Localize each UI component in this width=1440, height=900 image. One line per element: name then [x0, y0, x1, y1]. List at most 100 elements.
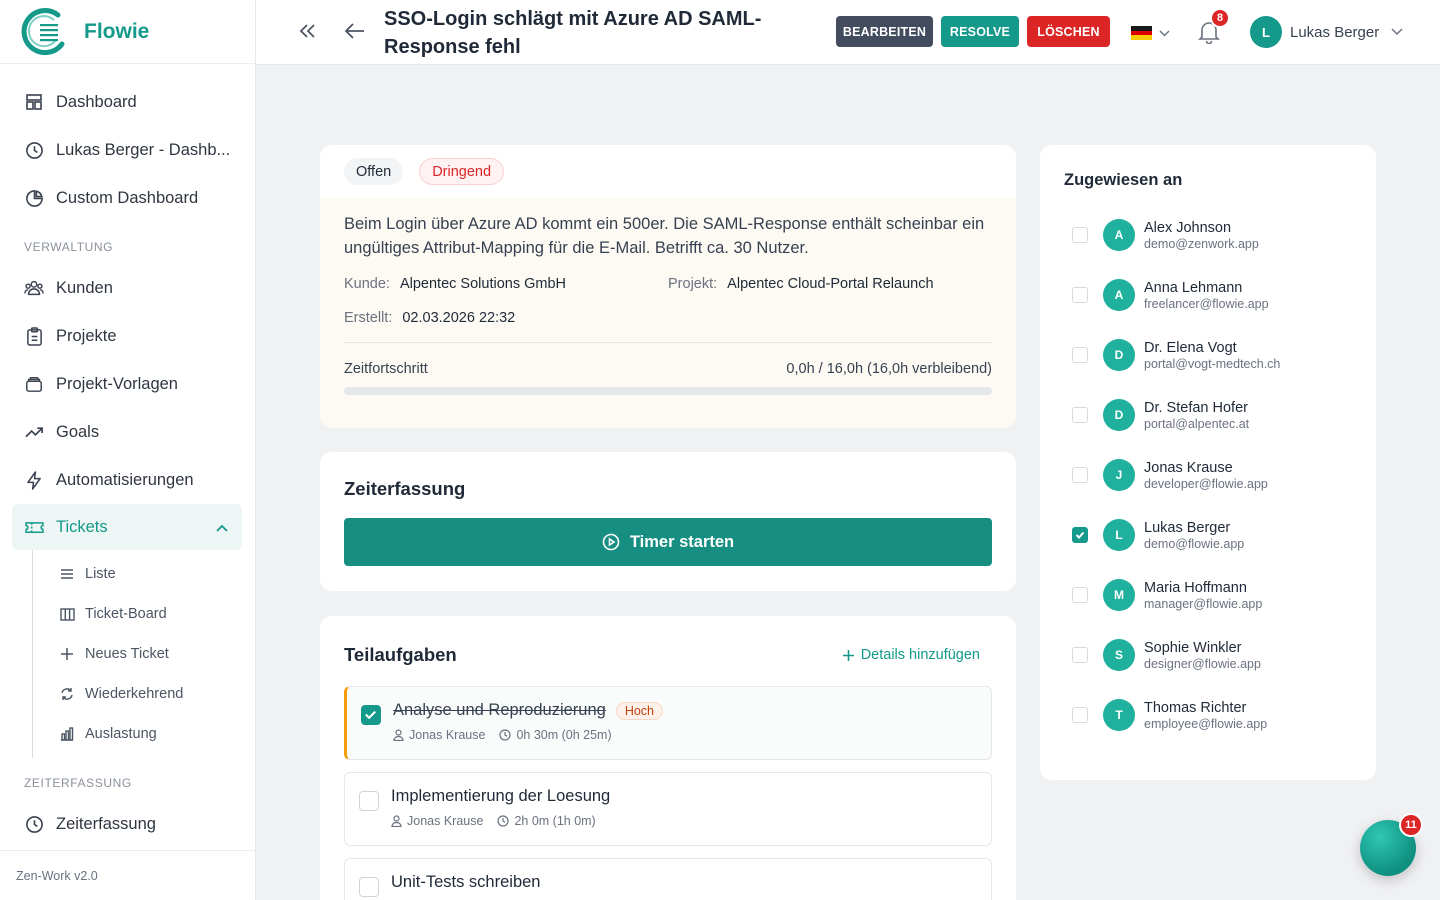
- subtask-checkbox[interactable]: [359, 791, 379, 811]
- assignee-list: A Alex Johnson demo@zenwork.app A Anna Lehma…: [1064, 205, 1352, 745]
- subtask-checkbox[interactable]: [359, 877, 379, 897]
- assignee-row[interactable]: A Anna Lehmann freelancer@flowie.app: [1064, 265, 1352, 325]
- subtask-title-row: Unit-Tests schreiben: [391, 873, 977, 892]
- subtask-item[interactable]: Analyse und Reproduzierung Hoch Jonas Kr…: [344, 686, 992, 760]
- sidebar-item-projekte[interactable]: Projekte: [0, 312, 255, 360]
- assignee-checkbox[interactable]: [1072, 227, 1088, 243]
- sidebar-item-zeiterfassung[interactable]: Zeiterfassung: [0, 800, 255, 848]
- assignee-checkbox[interactable]: [1072, 467, 1088, 483]
- lightning-icon: [24, 470, 44, 490]
- assignee-email: demo@zenwork.app: [1144, 236, 1259, 251]
- subtasks-card: Teilaufgaben Details hinzufügen Analyse …: [320, 616, 1016, 900]
- delete-button[interactable]: LÖSCHEN: [1027, 16, 1110, 47]
- assignee-name: Alex Johnson: [1144, 219, 1232, 236]
- assignee-row[interactable]: J Jonas Krause developer@flowie.app: [1064, 445, 1352, 505]
- chevron-down-icon: [1391, 23, 1403, 41]
- sidebar-item-label: Projekte: [56, 326, 117, 345]
- subnav-item-label: Wiederkehrend: [85, 686, 184, 702]
- add-details-button[interactable]: Details hinzufügen: [842, 647, 980, 663]
- assignee-row[interactable]: S Sophie Winkler designer@flowie.app: [1064, 625, 1352, 685]
- sidebar: Flowie Dashboard Lukas Berger - Dashb...…: [0, 0, 256, 900]
- assignee-info: Sophie Winkler designer@flowie.app: [1144, 640, 1261, 671]
- subnav-item-wiederkehrend[interactable]: Wiederkehrend: [33, 674, 255, 714]
- avatar: T: [1103, 699, 1135, 731]
- sidebar-item-goals[interactable]: Goals: [0, 408, 255, 456]
- page-title: SSO-Login schlägt mit Azure AD SAML-Resp…: [384, 8, 762, 58]
- assignee-email: portal@alpentec.at: [1144, 416, 1250, 431]
- subtasks-title: Teilaufgaben: [344, 644, 457, 665]
- time-progress-row: Zeitfortschritt 0,0h / 16,0h (16,0h verb…: [344, 361, 992, 377]
- language-selector[interactable]: [1131, 24, 1170, 42]
- subnav-item-auslastung[interactable]: Auslastung: [33, 714, 255, 754]
- bar-chart-icon: [59, 726, 75, 742]
- customer-field: Kunde: Alpentec Solutions GmbH: [344, 276, 668, 292]
- assignee-info: Lukas Berger demo@flowie.app: [1144, 520, 1244, 551]
- subnav-item-ticket-board[interactable]: Ticket-Board: [33, 594, 255, 634]
- subtask-title: Unit-Tests schreiben: [391, 873, 541, 891]
- subnav-item-label: Auslastung: [85, 726, 157, 742]
- sidebar-item-label: Custom Dashboard: [56, 188, 199, 207]
- assignee-row[interactable]: M Maria Hoffmann manager@flowie.app: [1064, 565, 1352, 625]
- trending-up-icon: [24, 422, 44, 442]
- assignee-checkbox[interactable]: [1072, 287, 1088, 303]
- assignee-checkbox[interactable]: [1072, 587, 1088, 603]
- assignee-checkbox[interactable]: [1072, 707, 1088, 723]
- subtask-time: 2h 0m (1h 0m): [497, 814, 596, 828]
- board-icon: [59, 606, 75, 622]
- assignee-name: Thomas Richter: [1144, 699, 1247, 716]
- back-arrow-icon[interactable]: [344, 20, 366, 47]
- sidebar-item-projekt-vorlagen[interactable]: Projekt-Vorlagen: [0, 360, 255, 408]
- subtask-item[interactable]: Implementierung der Loesung Jonas Krause…: [344, 772, 992, 846]
- project-value: Alpentec Cloud-Portal Relaunch: [727, 276, 934, 292]
- subnav-item-liste[interactable]: Liste: [33, 554, 255, 594]
- assignee-row[interactable]: D Dr. Elena Vogt portal@vogt-medtech.ch: [1064, 325, 1352, 385]
- subtask-checkbox[interactable]: [361, 705, 381, 725]
- assignee-checkbox[interactable]: [1072, 647, 1088, 663]
- chevron-down-icon: [1159, 24, 1170, 42]
- sidebar-item-tickets[interactable]: Tickets: [12, 504, 242, 550]
- sidebar-item-label: Kunden: [56, 278, 113, 297]
- subtask-assignee-name: Jonas Krause: [409, 728, 486, 742]
- edit-button[interactable]: BEARBEITEN: [836, 16, 933, 47]
- assignee-checkbox[interactable]: [1072, 407, 1088, 423]
- subnav-item-neues-ticket[interactable]: Neues Ticket: [33, 634, 255, 674]
- assignee-checkbox[interactable]: [1072, 347, 1088, 363]
- assignee-info: Dr. Stefan Hofer portal@alpentec.at: [1144, 400, 1249, 431]
- subtask-item[interactable]: Unit-Tests schreiben: [344, 858, 992, 900]
- refresh-icon: [59, 686, 75, 702]
- created-label: Erstellt:: [344, 310, 393, 326]
- assignee-row[interactable]: L Lukas Berger demo@flowie.app: [1064, 505, 1352, 565]
- add-details-label: Details hinzufügen: [860, 647, 980, 663]
- sidebar-item-user-dashboard[interactable]: Lukas Berger - Dashb...: [0, 126, 255, 174]
- progress-value: 0,0h / 16,0h (16,0h verbleibend): [786, 361, 992, 377]
- subtask-title: Implementierung der Loesung: [391, 787, 611, 805]
- subtask-assignee-name: Jonas Krause: [407, 814, 484, 828]
- sidebar-item-automatisierungen[interactable]: Automatisierungen: [0, 456, 255, 504]
- assignee-row[interactable]: T Thomas Richter employee@flowie.app: [1064, 685, 1352, 745]
- sidebar-item-custom-dashboard[interactable]: Custom Dashboard: [0, 174, 255, 222]
- assignee-info: Dr. Elena Vogt portal@vogt-medtech.ch: [1144, 340, 1280, 371]
- assigned-title: Zugewiesen an: [1064, 171, 1183, 189]
- assignee-row[interactable]: D Dr. Stefan Hofer portal@alpentec.at: [1064, 385, 1352, 445]
- subtask-assignee: Jonas Krause: [391, 814, 483, 828]
- ticket-badges: Offen Dringend: [320, 145, 1016, 198]
- user-menu[interactable]: L Lukas Berger: [1250, 16, 1403, 48]
- time-tracking-card: Zeiterfassung Timer starten: [320, 452, 1016, 591]
- assignee-name: Maria Hoffmann: [1144, 579, 1247, 596]
- logo[interactable]: Flowie: [0, 0, 255, 64]
- tickets-subnav: Liste Ticket-Board Neues Ticket Wiederke…: [32, 550, 255, 758]
- assignee-email: employee@flowie.app: [1144, 716, 1268, 731]
- notification-count-badge: 8: [1210, 8, 1230, 28]
- sidebar-item-kunden[interactable]: Kunden: [0, 264, 255, 312]
- chevron-up-icon[interactable]: [216, 518, 228, 537]
- sidebar-item-dashboard[interactable]: Dashboard: [0, 78, 255, 126]
- clock-icon: [24, 140, 44, 160]
- start-timer-button[interactable]: Timer starten: [344, 518, 992, 566]
- resolve-button[interactable]: RESOLVE: [941, 16, 1019, 47]
- assignee-row[interactable]: A Alex Johnson demo@zenwork.app: [1064, 205, 1352, 265]
- play-circle-icon: [602, 533, 620, 551]
- collapse-sidebar-icon[interactable]: [296, 20, 318, 47]
- assignee-checkbox[interactable]: [1072, 527, 1088, 543]
- subnav-item-label: Liste: [85, 566, 116, 582]
- plus-icon: [842, 649, 854, 661]
